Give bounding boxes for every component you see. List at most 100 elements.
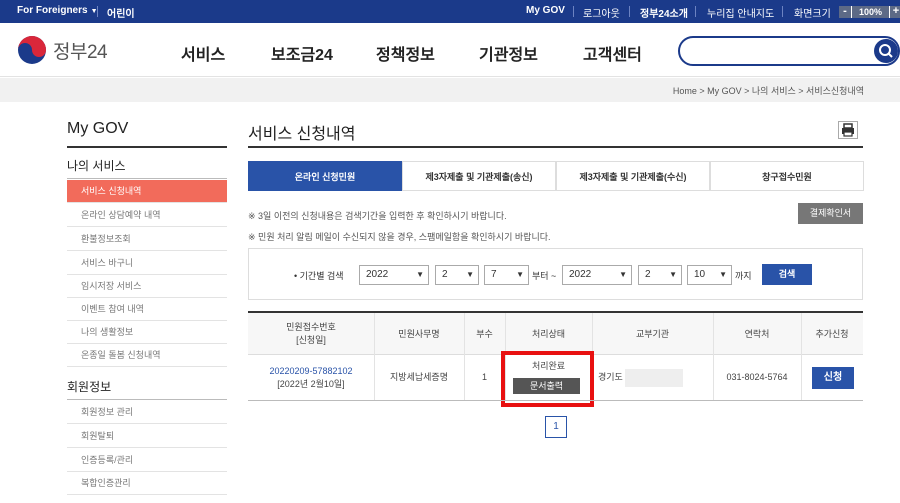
screen-size-label: 화면크기 [794, 9, 831, 20]
to-suffix: 까지 [735, 271, 752, 281]
nav-customer-center[interactable]: 고객센터 [583, 41, 642, 65]
chevron-down-icon: ▼ [619, 270, 627, 279]
tab-third-party-sent[interactable]: 제3자제출 및 기관제출(송신) [402, 161, 556, 191]
period-search-label: • 기간별 검색 [294, 271, 344, 281]
site-header: 정부24 서비스 보조금24 정책정보 기관정보 고객센터 [0, 23, 900, 77]
site-logo-text[interactable]: 정부24 [53, 37, 108, 64]
th-issuing-agency: 교부기관 [635, 328, 670, 339]
th-additional-apply: 추가신청 [815, 328, 849, 339]
from-day-value: 7 [491, 269, 497, 280]
lnb-item-temp-saved[interactable]: 임시저장 서비스 [67, 275, 227, 298]
page-title: 서비스 신청내역 [248, 126, 356, 143]
apply-button[interactable]: 신청 [812, 367, 854, 389]
zoom-out-button[interactable]: - [839, 6, 851, 18]
tab-online-application[interactable]: 온라인 신청민원 [248, 161, 402, 191]
lnb-item-member-manage[interactable]: 회원정보 관리 [67, 401, 227, 424]
chevron-down-icon: ▼ [669, 270, 677, 279]
to-day-value: 10 [694, 269, 706, 280]
nav-subsidy24[interactable]: 보조금24 [271, 41, 333, 65]
from-year-select[interactable]: 2022 ▼ [359, 265, 429, 285]
lnb-item-life-info[interactable]: 나의 생활정보 [67, 321, 227, 344]
for-foreigners-menu[interactable]: For Foreigners ▼ [17, 5, 98, 16]
search-icon [879, 44, 893, 58]
from-suffix: 부터 ~ [532, 271, 557, 281]
for-foreigners-label: For Foreigners [17, 5, 88, 16]
divider [67, 146, 227, 148]
from-month-value: 2 [442, 269, 448, 280]
redacted-agency-detail [625, 369, 683, 387]
search-input[interactable] [678, 36, 900, 66]
pagination-page-1[interactable]: 1 [545, 416, 567, 438]
sitemap-link[interactable]: 누리집 안내지도 [707, 5, 774, 20]
th-copies: 부수 [476, 328, 493, 339]
notice-search-period: ※ 3일 이전의 신청내용은 검색기간을 입력한 후 확인하시기 바랍니다. [248, 211, 507, 221]
service-name-cell: 지방세납세증명 [390, 372, 448, 382]
divider [629, 6, 630, 17]
divider [67, 399, 227, 400]
about-link[interactable]: 정부24소개 [640, 5, 688, 20]
copies-cell: 1 [481, 372, 487, 382]
top-utility-bar: For Foreigners ▼ 어린이 My GOV 로그아웃 정부24소개 누… [0, 0, 900, 23]
lnb-section-member-info[interactable]: 회원정보 [67, 378, 111, 395]
lnb-title: My GOV [67, 120, 129, 137]
divider [695, 6, 696, 17]
highlight-box [501, 351, 594, 407]
payment-confirmation-button[interactable]: 결제확인서 [798, 203, 863, 224]
application-date: [2022년 2월10일] [277, 378, 345, 389]
table-bottom-border [248, 400, 863, 401]
th-service-name: 민원사무명 [398, 328, 440, 339]
logout-link[interactable]: 로그아웃 [583, 5, 620, 20]
to-year-value: 2022 [569, 269, 592, 280]
lnb-item-cert-manage[interactable]: 인증등록/관리 [67, 449, 227, 472]
nav-agency-info[interactable]: 기관정보 [479, 41, 538, 65]
divider [782, 6, 783, 17]
taegeuk-logo-icon[interactable] [17, 35, 47, 65]
to-year-select[interactable]: 2022 ▼ [562, 265, 632, 285]
lnb-item-event-history[interactable]: 이벤트 참여 내역 [67, 298, 227, 321]
divider [248, 146, 863, 148]
table-row: 20220209-57882102 [2022년 2월10일] [248, 355, 374, 400]
printer-icon [842, 123, 854, 137]
lnb-item-refund-lookup[interactable]: 환불정보조회 [67, 228, 227, 251]
zoom-in-button[interactable]: + [890, 6, 900, 18]
nav-services[interactable]: 서비스 [181, 41, 225, 65]
to-month-select[interactable]: 2 ▼ [638, 265, 682, 285]
receipt-number-link[interactable]: 20220209-57882102 [269, 365, 352, 378]
to-month-value: 2 [645, 269, 651, 280]
my-gov-link[interactable]: My GOV [526, 5, 565, 16]
chevron-down-icon: ▼ [416, 270, 424, 279]
th-contact: 연락처 [744, 328, 770, 339]
divider [573, 6, 574, 17]
notice-spam-mail: ※ 민원 처리 알림 메일이 수신되지 않을 경우, 스팸메일함을 확인하시기 … [248, 232, 551, 242]
lnb-item-daycare[interactable]: 온종일 돌봄 신청내역 [67, 344, 227, 367]
lnb-item-service-history[interactable]: 서비스 신청내역 [67, 180, 227, 203]
from-day-select[interactable]: 7 ▼ [484, 265, 529, 285]
lnb-item-withdraw[interactable]: 회원탈퇴 [67, 425, 227, 448]
tab-third-party-received[interactable]: 제3자제출 및 기관제출(수신) [556, 161, 710, 191]
kids-link[interactable]: 어린이 [107, 5, 135, 20]
lnb-item-service-basket[interactable]: 서비스 바구니 [67, 252, 227, 275]
from-month-select[interactable]: 2 ▼ [435, 265, 479, 285]
search-button[interactable] [874, 39, 898, 63]
tab-counter-application[interactable]: 창구접수민원 [710, 161, 864, 191]
lnb-item-consult-reservation[interactable]: 온라인 상담예약 내역 [67, 204, 227, 227]
lnb-item-multi-auth[interactable]: 복합인증관리 [67, 472, 227, 495]
from-year-value: 2022 [366, 269, 389, 280]
print-button[interactable] [838, 121, 858, 139]
chevron-down-icon: ▼ [466, 270, 474, 279]
zoom-control: - 100% + [839, 6, 900, 18]
divider [67, 178, 227, 179]
th-receipt-number: 민원접수번호 [신청일] [286, 322, 336, 345]
agency-cell: 경기도 [598, 372, 623, 382]
contact-cell: 031-8024-5764 [726, 372, 788, 382]
breadcrumb: Home > My GOV > 나의 서비스 > 서비스신청내역 [672, 86, 864, 96]
to-day-select[interactable]: 10 ▼ [687, 265, 732, 285]
th-status: 처리상태 [531, 328, 566, 339]
chevron-down-icon: ▼ [516, 270, 524, 279]
nav-policy-info[interactable]: 정책정보 [376, 41, 435, 65]
zoom-level: 100% [851, 6, 890, 18]
period-search-button[interactable]: 검색 [762, 264, 812, 285]
breadcrumb-bar: Home > My GOV > 나의 서비스 > 서비스신청내역 [0, 78, 900, 102]
lnb-section-my-services[interactable]: 나의 서비스 [67, 157, 126, 174]
divider [97, 6, 98, 17]
